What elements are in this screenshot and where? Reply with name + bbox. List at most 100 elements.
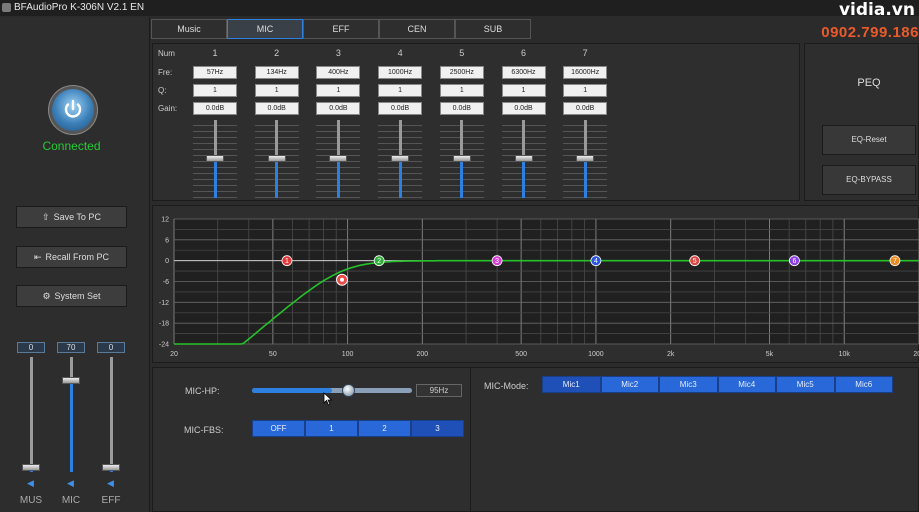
band-2-gain-field[interactable]: 0.0dB	[254, 102, 299, 115]
mic-mode-label: MIC-Mode:	[484, 381, 529, 391]
mus-fader-thumb[interactable]	[22, 464, 40, 471]
band-marker-label: 5	[693, 258, 697, 265]
band-6-freq-field[interactable]: 6300Hz	[501, 66, 546, 79]
graph-y-tick-label: 12	[161, 217, 169, 224]
band-2-slider-thumb[interactable]	[267, 155, 286, 162]
band-5-slider-track[interactable]	[460, 120, 464, 158]
mic-mode-mic1[interactable]: Mic1	[542, 376, 601, 393]
band-3-slider-thumb[interactable]	[329, 155, 348, 162]
tab-cen[interactable]: CEN	[379, 19, 455, 39]
graph-x-tick-label: 5k	[766, 351, 774, 358]
band-4-freq-field[interactable]: 1000Hz	[378, 66, 423, 79]
band-1-marker[interactable]: 1	[281, 255, 293, 267]
band-5-marker[interactable]: 5	[689, 255, 701, 267]
mic-mode-mic3[interactable]: Mic3	[659, 376, 718, 393]
mic-fader-thumb[interactable]	[62, 377, 80, 385]
fbs-option-off[interactable]: OFF	[252, 420, 305, 437]
mus-speaker-icon[interactable]: ◀	[27, 478, 34, 489]
band-2-freq-field[interactable]: 134Hz	[254, 66, 299, 79]
band-4-gain-field[interactable]: 0.0dB	[378, 102, 423, 115]
band-4-q-field[interactable]: 1	[378, 84, 423, 97]
band-4-slider-track[interactable]	[398, 120, 402, 158]
band-6-slider-thumb[interactable]	[514, 155, 533, 162]
band-7-gain-field[interactable]: 0.0dB	[563, 102, 608, 115]
band-2-slider-track[interactable]	[275, 120, 279, 158]
band-1-q-field[interactable]: 1	[193, 84, 237, 97]
band-marker-label: 1	[285, 258, 289, 265]
mus-fader-track[interactable]	[29, 357, 33, 472]
recall-icon: ⇤	[33, 251, 42, 262]
mic-mode-mic4[interactable]: Mic4	[717, 376, 776, 393]
tab-sub[interactable]: SUB	[455, 19, 531, 39]
mic-hp-label: MIC-HP:	[185, 386, 220, 396]
fbs-option-2[interactable]: 2	[358, 420, 411, 437]
mic-fbs-label: MIC-FBS:	[184, 425, 224, 435]
band-7-slider-fill	[583, 158, 587, 198]
graph-x-tick-label: 50	[269, 351, 277, 358]
tab-music[interactable]: Music	[151, 19, 227, 39]
band-1-freq-field[interactable]: 57Hz	[193, 66, 237, 79]
recall-from-pc-label: Recall From PC	[45, 252, 110, 262]
graph-x-tick-label: 10k	[839, 351, 851, 358]
eff-value-box[interactable]: 0	[97, 342, 125, 353]
band-1-slider-thumb[interactable]	[206, 155, 224, 162]
band-2-number: 2	[274, 48, 280, 58]
recall-from-pc-button[interactable]: ⇤ Recall From PC	[16, 246, 127, 268]
mic-fader-fill	[69, 381, 73, 472]
band-4-slider-thumb[interactable]	[391, 155, 410, 162]
band-5-freq-field[interactable]: 2500Hz	[439, 66, 484, 79]
eq-response-graph[interactable]: 205010020050010002k5k10k20k1260-6-12-18-…	[152, 205, 919, 363]
band-1-gain-field[interactable]: 0.0dB	[193, 102, 237, 115]
graph-x-tick-label: 500	[515, 351, 527, 358]
band-marker-label: 4	[594, 258, 598, 265]
mic-mode-mic5[interactable]: Mic5	[776, 376, 835, 393]
tab-mic[interactable]: MIC	[227, 19, 303, 39]
gear-icon: ⚙	[42, 290, 51, 301]
band-6-gain-field[interactable]: 0.0dB	[501, 102, 546, 115]
band-4-marker[interactable]: 4	[590, 255, 602, 267]
band-7-marker[interactable]: 7	[889, 255, 901, 267]
upload-icon: ⇧	[42, 211, 50, 222]
band-5-q-field[interactable]: 1	[439, 84, 484, 97]
eff-fader-track[interactable]	[109, 357, 113, 472]
fbs-option-3[interactable]: 3	[411, 420, 464, 437]
band-3-q-field[interactable]: 1	[316, 84, 361, 97]
band-6-slider-track[interactable]	[522, 120, 525, 158]
band-7-q-field[interactable]: 1	[563, 84, 608, 97]
band-1-slider-track[interactable]	[213, 120, 217, 158]
tab-eff[interactable]: EFF	[303, 19, 379, 39]
band-5-gain-field[interactable]: 0.0dB	[439, 102, 484, 115]
eff-speaker-icon[interactable]: ◀	[107, 478, 114, 489]
band-6-q-field[interactable]: 1	[501, 84, 546, 97]
eff-fader-thumb[interactable]	[102, 464, 120, 471]
eq-bypass-button[interactable]: EQ-BYPASS	[822, 165, 916, 195]
band-3-freq-field[interactable]: 400Hz	[316, 66, 361, 79]
mic-value-box[interactable]: 70	[57, 342, 85, 353]
mic-speaker-icon[interactable]: ◀	[67, 478, 74, 489]
band-6-marker[interactable]: 6	[789, 255, 800, 267]
band-5-slider-thumb[interactable]	[452, 155, 471, 162]
band-3-gain-field[interactable]: 0.0dB	[316, 102, 361, 115]
band-3-marker[interactable]: 3	[491, 255, 503, 267]
connection-status: Connected	[42, 139, 101, 153]
save-to-pc-label: Save To PC	[53, 212, 101, 222]
band-7-slider-track[interactable]	[583, 120, 587, 158]
graph-x-tick-label: 1000	[588, 351, 604, 358]
band-3-slider-track[interactable]	[336, 120, 340, 158]
save-to-pc-button[interactable]: ⇧ Save To PC	[16, 206, 127, 228]
eq-reset-button[interactable]: EQ-Reset	[822, 125, 916, 155]
mic-hp-value[interactable]: 95Hz	[416, 384, 462, 397]
band-7-slider-thumb[interactable]	[576, 155, 595, 162]
band-5-slider-fill	[460, 158, 464, 198]
mic-mode-mic6[interactable]: Mic6	[834, 376, 893, 393]
fbs-option-1[interactable]: 1	[305, 420, 358, 437]
mic-mode-selector: Mic1 Mic2 Mic3 Mic4 Mic5 Mic6	[542, 376, 893, 393]
band-7-freq-field[interactable]: 16000Hz	[563, 66, 608, 79]
band-2-marker[interactable]: 2	[373, 255, 385, 267]
band-2-q-field[interactable]: 1	[254, 84, 299, 97]
power-icon[interactable]	[52, 89, 94, 131]
mic-mode-mic2[interactable]: Mic2	[600, 376, 659, 393]
system-set-button[interactable]: ⚙ System Set	[16, 285, 127, 307]
mus-value-box[interactable]: 0	[17, 342, 45, 353]
mic-hp-slider-thumb[interactable]	[341, 384, 355, 397]
